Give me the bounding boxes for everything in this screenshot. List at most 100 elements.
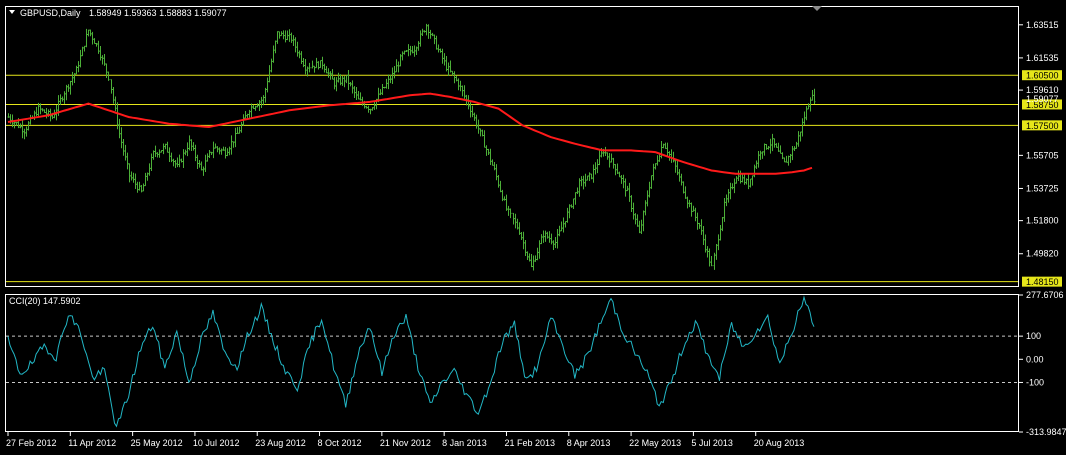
price-bar [403,50,406,55]
price-bar [550,233,553,245]
price-bar [729,182,732,200]
price-bar [130,171,133,181]
price-bar [311,60,314,69]
price-bar [467,95,470,110]
price-bar [292,35,295,47]
price-bar [419,30,422,47]
price-bar [479,128,482,137]
price-bar [407,44,410,57]
chart-window[interactable]: 1.60500 1.58750 1.57500 1.48150 1.63515 1.61… [0,0,1066,455]
price-bar [558,225,561,237]
price-bar [783,157,786,163]
price-bar [688,199,691,208]
price-bar [39,103,42,115]
price-bar [453,71,456,84]
price-bar [93,38,96,45]
price-bar [507,205,510,216]
price-bar [499,180,502,193]
price-bar [286,30,289,41]
price-bar [759,150,762,160]
price-bar [773,138,776,148]
time-tick-label: 21 Nov 2012 [380,438,431,448]
price-bar [592,164,595,183]
price-bar [317,61,320,70]
price-bar [343,76,346,88]
price-bar [210,151,213,156]
price-bar [594,162,597,175]
price-bar [120,127,123,149]
price-bar [23,128,26,140]
price-bar [379,89,382,96]
price-bar [518,222,521,235]
price-bar [45,107,48,119]
price-bar [148,163,151,176]
price-bar [735,176,738,184]
price-bar [383,86,386,89]
price-axis-ticks: 1.635151.615351.596101.557051.537251.518… [1019,20,1059,259]
price-bar [73,73,76,84]
price-bar [405,50,408,53]
price-bar [421,28,424,37]
price-bar [471,105,474,118]
price-bar [642,210,645,232]
price-bar [781,152,784,160]
price-bar [244,111,247,119]
price-bar [246,113,249,118]
price-bar [140,185,143,193]
price-bar [459,80,462,92]
price-bar [339,74,342,86]
scroll-marker-icon[interactable] [812,6,822,11]
price-bar [284,30,287,43]
price-bar [686,196,689,209]
time-tick-label: 25 May 2012 [131,438,183,448]
price-bar [325,66,328,74]
price-badge-label: 1.60500 [1026,71,1059,81]
price-bar [640,219,643,235]
price-bar [606,152,609,160]
price-bar [79,49,82,68]
chart-canvas[interactable]: 1.605001.587501.575001.48150 1.635151.61… [0,0,1066,455]
price-bar [646,190,649,207]
price-bar [779,145,782,154]
price-bar [160,149,163,153]
price-tick-label: 1.49820 [1026,249,1059,259]
price-bar [69,80,72,95]
price-bar [369,108,372,115]
price-bar [626,185,629,192]
price-bar [534,255,537,262]
triangle-down-icon[interactable] [9,10,15,14]
price-bar [769,138,772,154]
price-bar [182,149,185,169]
price-bar [560,221,563,232]
price-bar [632,202,635,220]
price-bar [757,151,760,168]
price-panel-frame [5,6,1019,287]
price-bar [188,135,191,151]
price-tick-label: 1.55705 [1026,150,1059,160]
price-bar [25,126,28,137]
cci-axis-ticks: 277.6706 100 0.00 -100 -313.9847 [1019,290,1066,437]
price-bar [584,173,587,187]
price-bar [630,195,633,212]
price-bar [35,106,38,117]
price-bar [652,163,655,181]
price-bar [648,181,651,198]
price-bar [658,154,661,162]
price-bar [439,48,442,53]
price-bar [704,234,707,253]
price-bar [520,232,523,241]
price-bar [248,109,251,118]
price-bar [702,225,705,246]
price-badge-label: 1.48150 [1026,277,1059,287]
price-bar [449,60,452,73]
price-bar [469,100,472,118]
price-bar [582,175,585,190]
price-bar [509,208,512,219]
price-bar [180,158,183,163]
price-bar [713,252,716,270]
price-bar [200,161,203,171]
price-bar [254,105,257,111]
price-bar [126,152,129,170]
price-tick-label: 1.53725 [1026,183,1059,193]
price-bar [146,172,149,181]
